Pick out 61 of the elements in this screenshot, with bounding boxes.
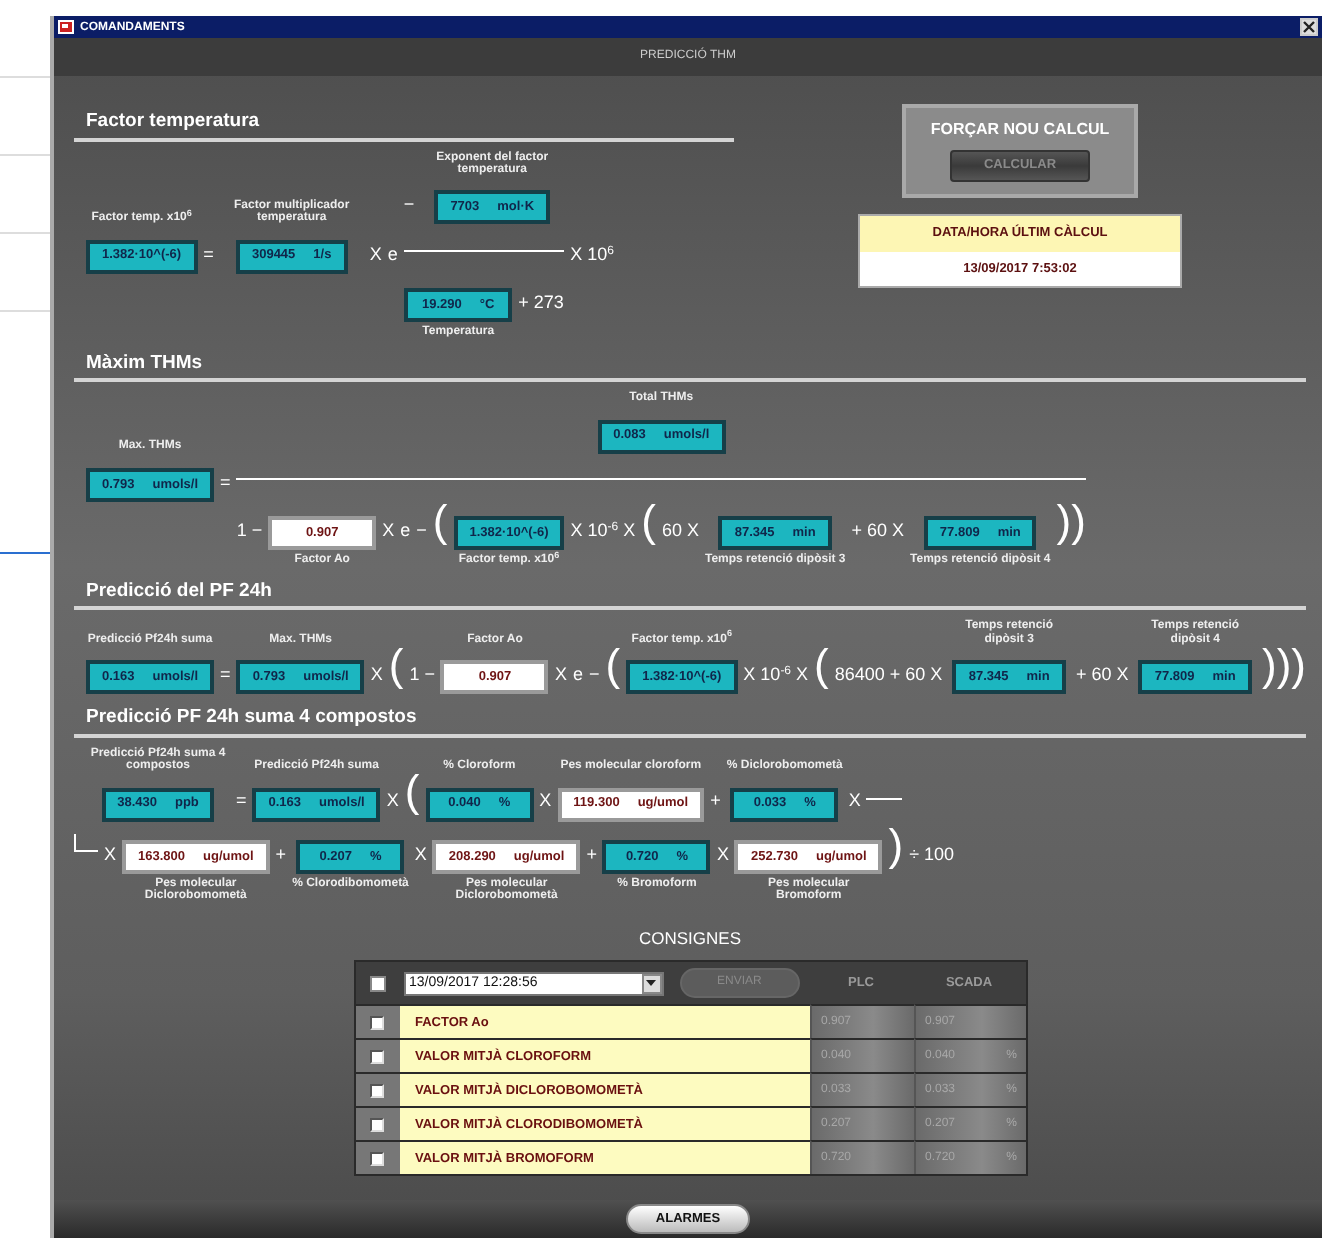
operator: = — [220, 471, 231, 492]
section-title: Factor temperatura — [86, 112, 260, 131]
checkbox[interactable] — [370, 1083, 384, 1098]
operator: = — [220, 664, 231, 685]
parenthesis: ))) — [1262, 640, 1306, 691]
section-title: Predicció del PF 24h — [86, 581, 272, 601]
connector-line — [74, 833, 98, 852]
section-title: Predicció PF 24h suma 4 compostos — [86, 708, 417, 728]
operator: X — [382, 520, 395, 541]
operator: X — [539, 790, 552, 811]
operator: + 273 — [518, 292, 564, 313]
panel-title: FORÇAR NOU CALCUL — [930, 118, 1110, 142]
operator: e — [572, 664, 583, 685]
parenthesis: ( — [388, 640, 404, 691]
operator: + — [586, 843, 597, 864]
operator: 86400 + 60 X — [834, 664, 943, 685]
close-button[interactable] — [1300, 18, 1318, 36]
operator: X 10$^{-6}$ X — [570, 520, 636, 541]
checkbox[interactable] — [370, 1151, 384, 1166]
operator: − — [589, 664, 600, 685]
operator: X — [554, 664, 567, 685]
operator: e — [400, 520, 411, 541]
operator: X — [386, 790, 399, 811]
operator: + — [710, 790, 721, 811]
close-icon — [1302, 20, 1316, 34]
operator: X — [369, 243, 382, 264]
parenthesis: )) — [1056, 496, 1086, 547]
checkbox[interactable] — [369, 975, 385, 992]
operator: + 60 X — [851, 520, 905, 541]
app-icon — [58, 20, 74, 34]
operator: X 10$^{6}$ — [570, 243, 614, 264]
parenthesis: ) — [888, 819, 904, 870]
operator: + — [275, 843, 287, 864]
operator: X — [370, 664, 383, 685]
operator: 60 X — [661, 520, 699, 541]
checkbox[interactable] — [370, 1117, 384, 1132]
setpoints-title: CONSIGNES — [638, 925, 741, 951]
dropdown-arrow-icon — [646, 980, 656, 987]
operator: X 10$^{-6}$ X — [743, 664, 809, 685]
operator: = — [236, 790, 247, 811]
operator: e — [387, 243, 398, 264]
operator: X — [104, 843, 117, 864]
parenthesis: ( — [641, 496, 656, 547]
operator: − — [416, 520, 427, 541]
operator: = — [203, 243, 214, 264]
operator: + 60 X — [1075, 664, 1129, 685]
operator: 1 − — [409, 664, 435, 685]
connector-line — [866, 797, 903, 800]
operator: ÷ 100 — [909, 843, 955, 864]
parenthesis: ( — [814, 640, 829, 691]
operator: X — [414, 843, 427, 864]
parenthesis: ( — [605, 640, 621, 691]
operator: X — [848, 790, 861, 811]
operator: X — [716, 843, 729, 864]
section-title: Màxim THMs — [86, 353, 203, 373]
checkbox[interactable] — [370, 1049, 384, 1064]
operator: 1 − — [236, 520, 263, 541]
operator: − — [403, 194, 415, 215]
parenthesis: ( — [404, 766, 420, 817]
checkbox[interactable] — [370, 1015, 384, 1030]
parenthesis: ( — [432, 496, 448, 547]
